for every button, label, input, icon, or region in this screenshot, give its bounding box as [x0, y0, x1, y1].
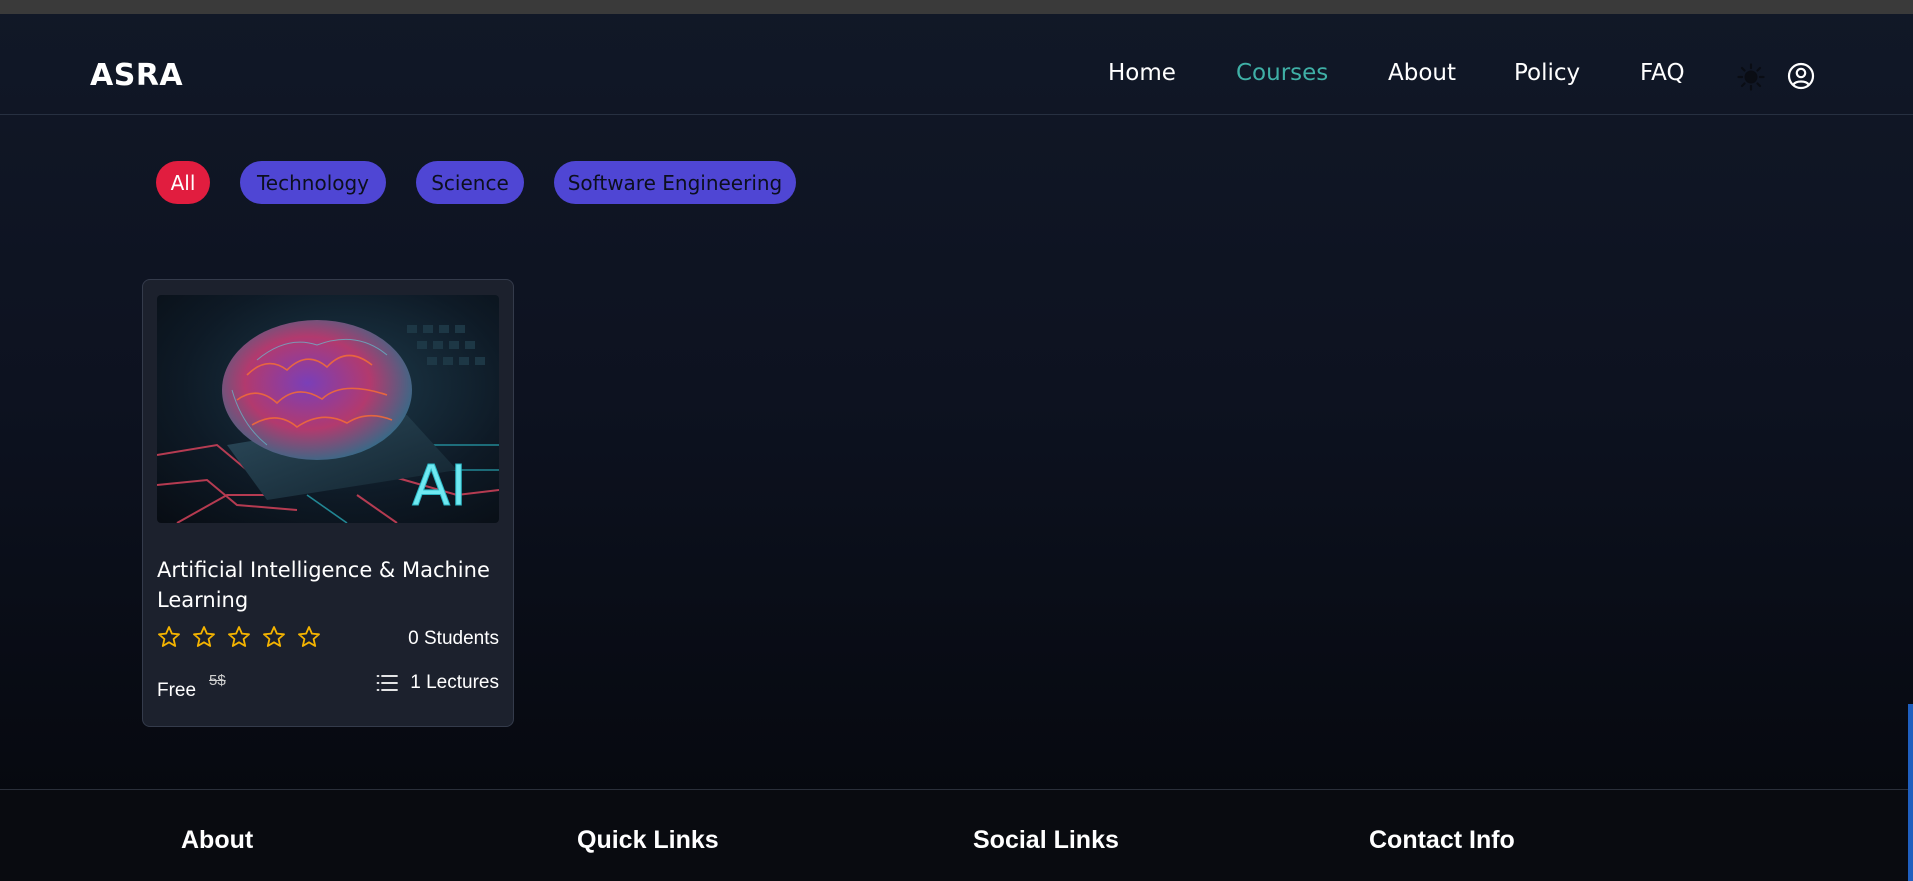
star-icon[interactable] [262, 625, 286, 649]
nav-faq[interactable]: FAQ [1640, 60, 1685, 86]
site-header: ASRA Home Courses About Policy FAQ [0, 14, 1913, 115]
nav-courses[interactable]: Courses [1236, 60, 1328, 86]
list-icon [376, 675, 399, 691]
filter-all[interactable]: All [156, 161, 210, 204]
thumbnail-ai-text: AI [412, 454, 467, 519]
site-footer: About Quick Links Social Links Contact I… [0, 789, 1913, 881]
star-icon[interactable] [297, 625, 321, 649]
browser-top-strip [0, 0, 1913, 14]
scrollbar-thumb[interactable] [1908, 704, 1913, 881]
price-original: 5$ [209, 672, 226, 689]
course-title[interactable]: Artificial Intelligence & Machine Learni… [157, 555, 497, 615]
students-count: 0 Students [408, 628, 499, 649]
course-thumbnail[interactable]: AI [157, 295, 499, 523]
price-free: Free [157, 680, 197, 701]
nav-about[interactable]: About [1388, 60, 1456, 86]
nav-policy[interactable]: Policy [1514, 60, 1580, 86]
rating-stars[interactable] [157, 625, 321, 649]
site-logo[interactable]: ASRA [90, 58, 183, 93]
filter-science[interactable]: Science [416, 161, 524, 204]
star-icon[interactable] [192, 625, 216, 649]
footer-about-heading: About [181, 826, 254, 854]
nav-home[interactable]: Home [1108, 60, 1176, 86]
footer-social-links-heading: Social Links [973, 826, 1119, 854]
lectures-count: 1 Lectures [376, 672, 499, 694]
footer-quick-links-heading: Quick Links [577, 826, 719, 854]
filter-software-engineering[interactable]: Software Engineering [554, 161, 796, 204]
filter-technology[interactable]: Technology [240, 161, 386, 204]
star-icon[interactable] [157, 625, 181, 649]
lectures-label: 1 Lectures [410, 672, 499, 693]
sun-icon[interactable] [1736, 62, 1766, 92]
user-circle-icon[interactable] [1786, 61, 1816, 91]
star-icon[interactable] [227, 625, 251, 649]
course-card[interactable]: AI Artificial Intelligence & Machine Lea… [142, 279, 514, 727]
footer-contact-info-heading: Contact Info [1369, 826, 1515, 854]
